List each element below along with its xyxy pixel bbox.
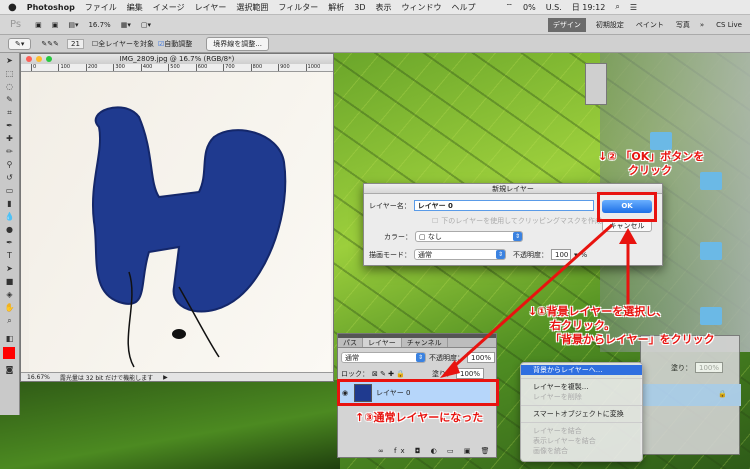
arrow-to-layer [448,223,614,372]
annotation-step2-line2: クリック [628,164,672,177]
annotation-step1-line1: ↓①背景レイヤーを選択し、 [528,305,668,318]
annotation-arrows [440,223,637,378]
annotation-step1-line2: 右クリック。 [550,319,616,332]
annotation-step2: ↓② 「OK」ボタンを クリック [598,150,704,178]
annotation-step2-line1: ↓② 「OK」ボタンを [598,150,705,163]
annotation-step1-line3: 「背景からレイヤー」をクリック [550,333,715,346]
annotation-step1: ↓①背景レイヤーを選択し、 右クリック。 「背景からレイヤー」をクリック [528,305,715,347]
arrowhead-ok [619,228,637,244]
annotation-step3: ↑③通常レイヤーになった [355,411,484,424]
